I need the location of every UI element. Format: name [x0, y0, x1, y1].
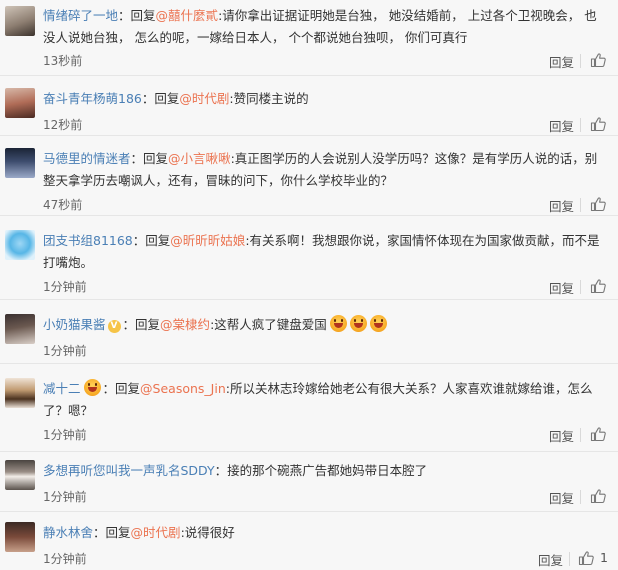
timestamp: 47秒前 — [43, 198, 83, 212]
thumbs-up-icon[interactable] — [590, 426, 606, 442]
divider — [580, 198, 581, 212]
timestamp: 1分钟前 — [43, 280, 87, 294]
comment-text: 马德里的情迷者：回复@小言啾啾:真正图学历的人会说别人没学历吗？这像？是有学历人… — [43, 151, 598, 188]
divider — [569, 552, 570, 566]
avatar[interactable] — [5, 88, 35, 118]
comment-item: 马德里的情迷者：回复@小言啾啾:真正图学历的人会说别人没学历吗？这像？是有学历人… — [0, 136, 618, 216]
comment-list: 情绪碎了一地：回复@囍什麼貳:请你拿出证据证明她是台独， 她没结婚前， 上过各个… — [0, 0, 618, 570]
reply-button[interactable]: 回复 — [549, 488, 574, 507]
divider — [580, 280, 581, 294]
username[interactable]: 奋斗青年杨萌186 — [43, 91, 142, 106]
reply-label: 回复 — [135, 317, 161, 332]
timestamp: 12秒前 — [43, 118, 83, 132]
username[interactable]: 情绪碎了一地 — [43, 8, 118, 23]
comment-body: 接的那个碗燕广告都她妈带日本腔了 — [227, 463, 428, 478]
timestamp: 1分钟前 — [43, 428, 87, 442]
comment-body: :请你拿出证据证明她是台独， 她没结婚前， 上过各个卫视晚会， 也没人说她台独，… — [43, 8, 597, 45]
comment-body: :说得很好 — [180, 525, 235, 540]
avatar[interactable] — [5, 148, 35, 178]
mention-link[interactable]: @囍什麼貳 — [156, 8, 219, 23]
laughing-emoji-icon — [349, 315, 367, 332]
divider — [580, 428, 581, 442]
laughing-emoji-icon — [369, 315, 387, 332]
avatar[interactable] — [5, 522, 35, 552]
reply-button[interactable]: 回复 — [549, 426, 574, 445]
comment-item: 小奶猫果酱 V ：回复@棠棣约:这帮人疯了键盘爱国 1分钟前 — [0, 300, 618, 364]
reply-label: 回复 — [154, 91, 180, 106]
comment-item: 情绪碎了一地：回复@囍什麼貳:请你拿出证据证明她是台独， 她没结婚前， 上过各个… — [0, 0, 618, 76]
reply-button[interactable]: 回复 — [549, 278, 574, 297]
comment-text: 小奶猫果酱 V ：回复@棠棣约:这帮人疯了键盘爱国 — [43, 314, 603, 336]
username[interactable]: 静水林舍 — [43, 525, 93, 540]
comment-text: 多想再听您叫我一声乳名SDDY：接的那个碗燕广告都她妈带日本腔了 — [43, 463, 428, 478]
comment-text: 减十二 ：回复@Seasons_Jin:所以关林志玲嫁给她老公有很大关系？人家喜欢… — [43, 379, 593, 418]
comment-text: 团支书组81168：回复@昕昕昕姑娘:有关系啊！我想跟你说，家国情怀体现在为国家… — [43, 233, 600, 270]
avatar[interactable] — [5, 230, 35, 260]
mention-link[interactable]: @时代剧 — [179, 91, 229, 106]
divider — [580, 490, 581, 504]
username[interactable]: 减十二 — [43, 381, 81, 396]
comment-item: 奋斗青年杨萌186：回复@时代剧:赞同楼主说的 12秒前 回复 — [0, 76, 618, 136]
avatar[interactable] — [5, 314, 35, 344]
vip-badge-icon: V — [107, 320, 121, 333]
avatar[interactable] — [5, 378, 35, 408]
reply-label: 回复 — [105, 525, 131, 540]
comment-item: 静水林舍：回复@时代剧:说得很好 1分钟前 回复 1 — [0, 512, 618, 570]
timestamp: 13秒前 — [43, 54, 83, 68]
comment-text: 奋斗青年杨萌186：回复@时代剧:赞同楼主说的 — [43, 91, 309, 106]
reply-button[interactable]: 回复 — [538, 550, 563, 569]
divider — [580, 118, 581, 132]
avatar[interactable] — [5, 6, 35, 36]
comment-item: 团支书组81168：回复@昕昕昕姑娘:有关系啊！我想跟你说，家国情怀体现在为国家… — [0, 216, 618, 300]
comment-body: :赞同楼主说的 — [229, 91, 309, 106]
reply-label: 回复 — [145, 233, 171, 248]
timestamp: 1分钟前 — [43, 490, 87, 504]
divider — [580, 54, 581, 68]
mention-link[interactable]: @Seasons_Jin — [140, 381, 226, 396]
reply-label: 回复 — [115, 381, 141, 396]
username[interactable]: 马德里的情迷者 — [43, 151, 131, 166]
like-count: 1 — [600, 550, 608, 565]
laughing-emoji-icon — [329, 315, 347, 332]
comment-text: 情绪碎了一地：回复@囍什麼貳:请你拿出证据证明她是台独， 她没结婚前， 上过各个… — [43, 8, 597, 45]
reply-button[interactable]: 回复 — [549, 52, 574, 71]
avatar[interactable] — [5, 460, 35, 490]
username[interactable]: 多想再听您叫我一声乳名SDDY — [43, 463, 215, 478]
comment-text: 静水林舍：回复@时代剧:说得很好 — [43, 525, 235, 540]
comment-body: :这帮人疯了键盘爱国 — [210, 317, 327, 332]
username[interactable]: 小奶猫果酱 — [43, 317, 106, 332]
timestamp: 1分钟前 — [43, 552, 87, 566]
mention-link[interactable]: @小言啾啾 — [168, 151, 231, 166]
thumbs-up-icon[interactable] — [578, 550, 594, 566]
mention-link[interactable]: @昕昕昕姑娘 — [170, 233, 245, 248]
thumbs-up-icon[interactable] — [590, 196, 606, 212]
reply-button[interactable]: 回复 — [549, 116, 574, 135]
laughing-emoji-icon — [83, 379, 101, 396]
thumbs-up-icon[interactable] — [590, 488, 606, 504]
thumbs-up-icon[interactable] — [590, 52, 606, 68]
thumbs-up-icon[interactable] — [590, 116, 606, 132]
username[interactable]: 团支书组81168 — [43, 233, 133, 248]
reply-button[interactable]: 回复 — [549, 196, 574, 215]
reply-label: 回复 — [143, 151, 169, 166]
comment-item: 减十二 ：回复@Seasons_Jin:所以关林志玲嫁给她老公有很大关系？人家喜欢… — [0, 364, 618, 452]
mention-link[interactable]: @时代剧 — [131, 525, 181, 540]
mention-link[interactable]: @棠棣约 — [160, 317, 210, 332]
reply-label: 回复 — [130, 8, 156, 23]
thumbs-up-icon[interactable] — [590, 278, 606, 294]
comment-item: 多想再听您叫我一声乳名SDDY：接的那个碗燕广告都她妈带日本腔了 1分钟前 回复 — [0, 452, 618, 512]
timestamp: 1分钟前 — [43, 344, 87, 358]
